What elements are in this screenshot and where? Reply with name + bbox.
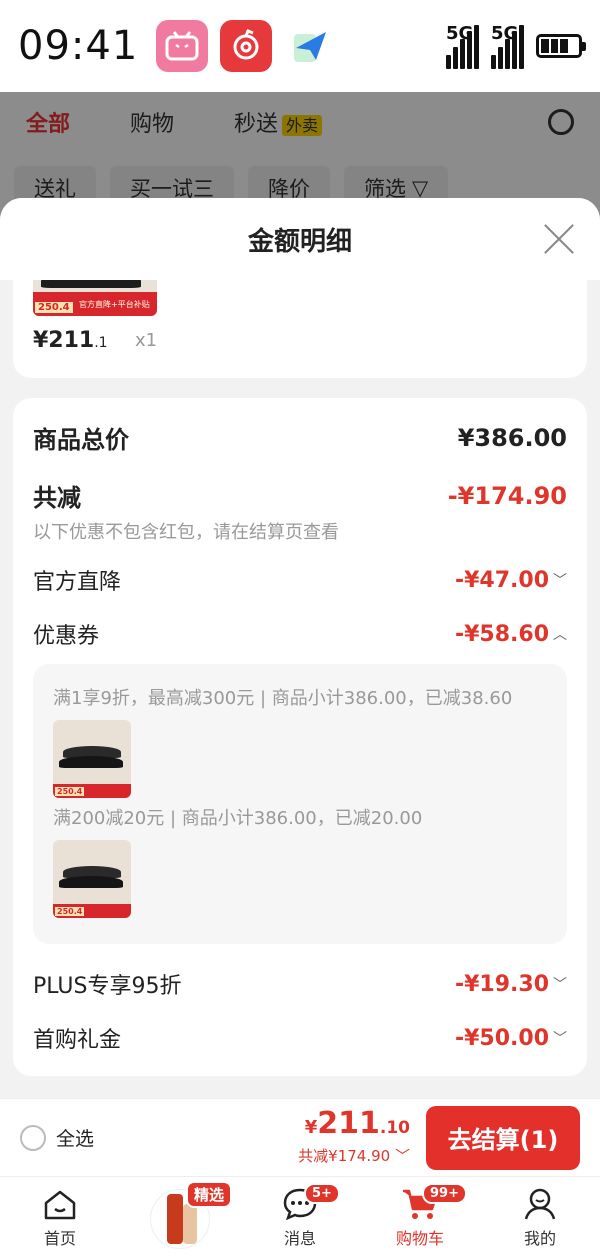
total-value: ¥386.00	[457, 423, 567, 452]
netease-music-app-icon	[220, 20, 273, 72]
coupon-value: -¥58.60	[454, 621, 549, 647]
tab-messages[interactable]: 消息 5+	[240, 1177, 360, 1259]
signal-5g-icon-2: 5G	[491, 23, 524, 69]
reduce-note: 以下优惠不包含红包，请在结算页查看	[33, 522, 339, 543]
product-price: ¥211.1	[33, 328, 108, 353]
official-discount-label: 官方直降	[33, 570, 122, 595]
total-label: 商品总价	[33, 426, 129, 454]
close-icon[interactable]	[542, 222, 576, 256]
home-icon	[44, 1190, 76, 1220]
reduce-label: 共减	[33, 484, 81, 512]
sheet-title: 金额明细	[247, 226, 352, 257]
checkout-summary: ¥211.10 共减¥174.90 ﹀	[298, 1109, 410, 1166]
send-app-icon	[284, 20, 337, 72]
reduce-row: 共减 -¥174.90	[33, 478, 567, 513]
tab-me[interactable]: 我的	[480, 1177, 600, 1259]
plus-discount-label: PLUS专享95折	[33, 974, 182, 999]
price-detail-card: 商品总价 ¥386.00 共减 -¥174.90 以下优惠不包含红包，请在结算页…	[13, 398, 587, 1076]
featured-tag: 精选	[186, 1181, 233, 1208]
chevron-down-icon: ﹀	[394, 1147, 410, 1165]
product-card: 250.4 官方直降+平台补贴 ¥211.1 x1	[13, 280, 587, 378]
amount-detail-sheet: 金额明细 250.4 官方直降+平台补贴 ¥211.1 x1 商品总价 ¥386…	[0, 198, 600, 1098]
product-thumbnail: 250.4 官方直降+平台补贴	[33, 280, 157, 316]
checkout-bar: 全选 ¥211.10 共减¥174.90 ﹀ 去结算(1)	[0, 1098, 600, 1176]
coupon-product-thumbnail-2: 250.4	[53, 840, 131, 918]
signal-5g-icon: 5G	[446, 23, 479, 69]
tab-messages-label: 消息	[283, 1229, 316, 1248]
coupon-detail-1: 满1享9折，最高减300元 | 商品小计386.00，已减38.60	[53, 688, 513, 709]
official-discount-row[interactable]: 官方直降 -¥47.00 ﹀	[33, 564, 567, 596]
select-all-label[interactable]: 全选	[56, 1124, 94, 1151]
coupon-label: 优惠券	[33, 624, 100, 649]
first-purchase-value: -¥50.00	[454, 1025, 549, 1051]
checkout-total-price: ¥211.10	[304, 1106, 410, 1141]
first-purchase-row[interactable]: 首购礼金 -¥50.00 ﹀	[33, 1022, 567, 1054]
bilibili-app-icon	[156, 20, 209, 72]
official-discount-value: -¥47.00	[454, 567, 549, 593]
chevron-down-icon: ﹀	[553, 573, 567, 589]
status-bar: 09:41 5G 5G	[0, 0, 600, 92]
first-purchase-label: 首购礼金	[33, 1028, 122, 1053]
coupon-row[interactable]: 优惠券 -¥58.60 ︿	[33, 618, 567, 650]
tab-cart-label: 购物车	[395, 1229, 444, 1248]
tab-home[interactable]: 首页	[0, 1177, 120, 1259]
sheet-header: 金额明细	[0, 198, 600, 280]
coupon-detail-2: 满200减20元 | 商品小计386.00，已减20.00	[53, 808, 423, 829]
select-all-checkbox[interactable]	[20, 1124, 46, 1151]
coupon-detail-box: 满1享9折，最高减300元 | 商品小计386.00，已减38.60 250.4…	[33, 664, 567, 944]
tab-home-label: 首页	[43, 1229, 76, 1248]
messages-badge: 5+	[304, 1183, 340, 1204]
reduce-value: -¥174.90	[447, 481, 567, 510]
chevron-up-icon: ︿	[553, 627, 567, 643]
checkout-reduce-text[interactable]: 共减¥174.90 ﹀	[298, 1145, 410, 1166]
tab-cart[interactable]: 购物车 99+	[360, 1177, 480, 1259]
bottom-tab-bar: 首页 精选 消息 5+ 购物车 99+ 我的	[0, 1176, 600, 1259]
chevron-down-icon: ﹀	[553, 1031, 567, 1047]
battery-icon	[536, 34, 586, 58]
plus-discount-value: -¥19.30	[454, 971, 549, 997]
checkout-button[interactable]: 去结算(1)	[426, 1105, 580, 1170]
status-time: 09:41	[18, 23, 139, 69]
tab-featured[interactable]: 精选	[120, 1177, 240, 1259]
coupon-product-thumbnail: 250.4	[53, 720, 131, 798]
cart-badge: 99+	[422, 1183, 467, 1204]
user-icon	[524, 1188, 556, 1220]
product-quantity: x1	[135, 330, 158, 351]
chevron-down-icon: ﹀	[553, 977, 567, 993]
total-row: 商品总价 ¥386.00	[33, 420, 567, 455]
plus-discount-row[interactable]: PLUS专享95折 -¥19.30 ﹀	[33, 968, 567, 1000]
tab-me-label: 我的	[523, 1229, 556, 1248]
